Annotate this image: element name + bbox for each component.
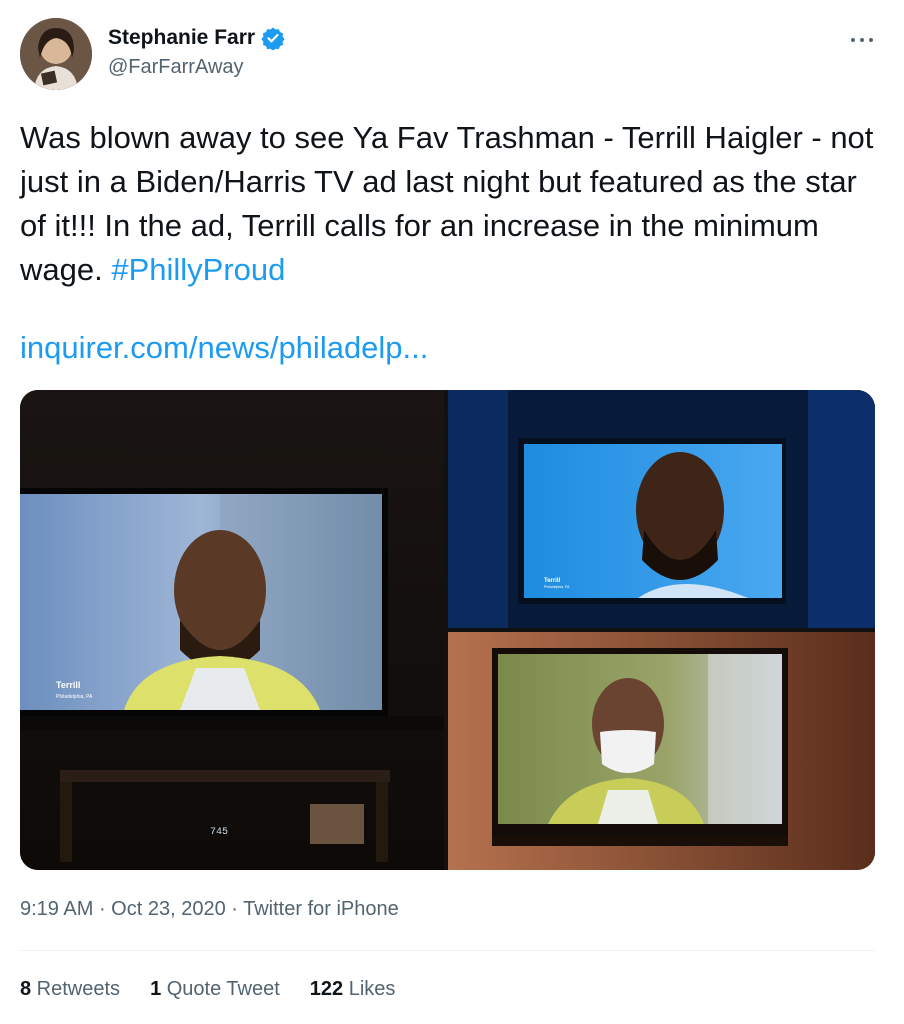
likes-label: Likes: [343, 978, 396, 1000]
quotes-label: Quote Tweet: [161, 978, 280, 1000]
likes-stat[interactable]: 122 Likes: [310, 978, 396, 1001]
more-horizontal-icon[interactable]: [850, 24, 874, 50]
quotes-count: 1: [150, 978, 162, 1000]
verified-badge-icon: [261, 26, 285, 51]
tweet-date[interactable]: Oct 23, 2020: [111, 898, 226, 920]
author-display-name[interactable]: Stephanie Farr: [108, 26, 255, 50]
tweet: Stephanie Farr @FarFarrAway Was blown aw…: [0, 0, 904, 1024]
divider: [20, 950, 875, 951]
photo-tv-ad-1[interactable]: Terrill Philadelphia, PA 745: [20, 390, 444, 870]
photo1-caption-name: Terrill: [56, 680, 80, 690]
author-name-row: Stephanie Farr: [108, 26, 285, 51]
hashtag-link[interactable]: #PhillyProud: [111, 252, 285, 287]
tweet-source[interactable]: Twitter for iPhone: [243, 898, 399, 920]
media-grid: Terrill Philadelphia, PA 745 Terrill Phi…: [20, 390, 875, 870]
retweets-label: Retweets: [31, 978, 121, 1000]
retweets-stat[interactable]: 8 Retweets: [20, 978, 120, 1001]
photo2-caption-place: Philadelphia, PA: [544, 585, 570, 589]
retweets-count: 8: [20, 978, 32, 1000]
photo1-clock: 745: [210, 827, 228, 838]
engagement-stats: 8 Retweets 1 Quote Tweet 122 Likes: [20, 978, 395, 1001]
avatar[interactable]: [20, 18, 92, 90]
quote-tweets-stat[interactable]: 1 Quote Tweet: [150, 978, 280, 1001]
tweet-time[interactable]: 9:19 AM: [20, 898, 93, 920]
tweet-meta: 9:19 AM · Oct 23, 2020 · Twitter for iPh…: [20, 898, 399, 921]
tweet-text: Was blown away to see Ya Fav Trashman - …: [20, 116, 880, 292]
article-link[interactable]: inquirer.com/news/philadelp...: [20, 330, 428, 366]
meta-separator: ·: [225, 898, 244, 920]
photo-tv-ad-3[interactable]: [448, 632, 875, 870]
meta-separator: ·: [93, 898, 112, 920]
photo2-caption-name: Terrill: [544, 578, 561, 584]
likes-count: 122: [309, 978, 344, 1000]
author-handle[interactable]: @FarFarrAway: [108, 56, 244, 79]
photo-tv-ad-2[interactable]: Terrill Philadelphia, PA: [448, 390, 875, 628]
photo1-caption-place: Philadelphia, PA: [56, 694, 93, 700]
